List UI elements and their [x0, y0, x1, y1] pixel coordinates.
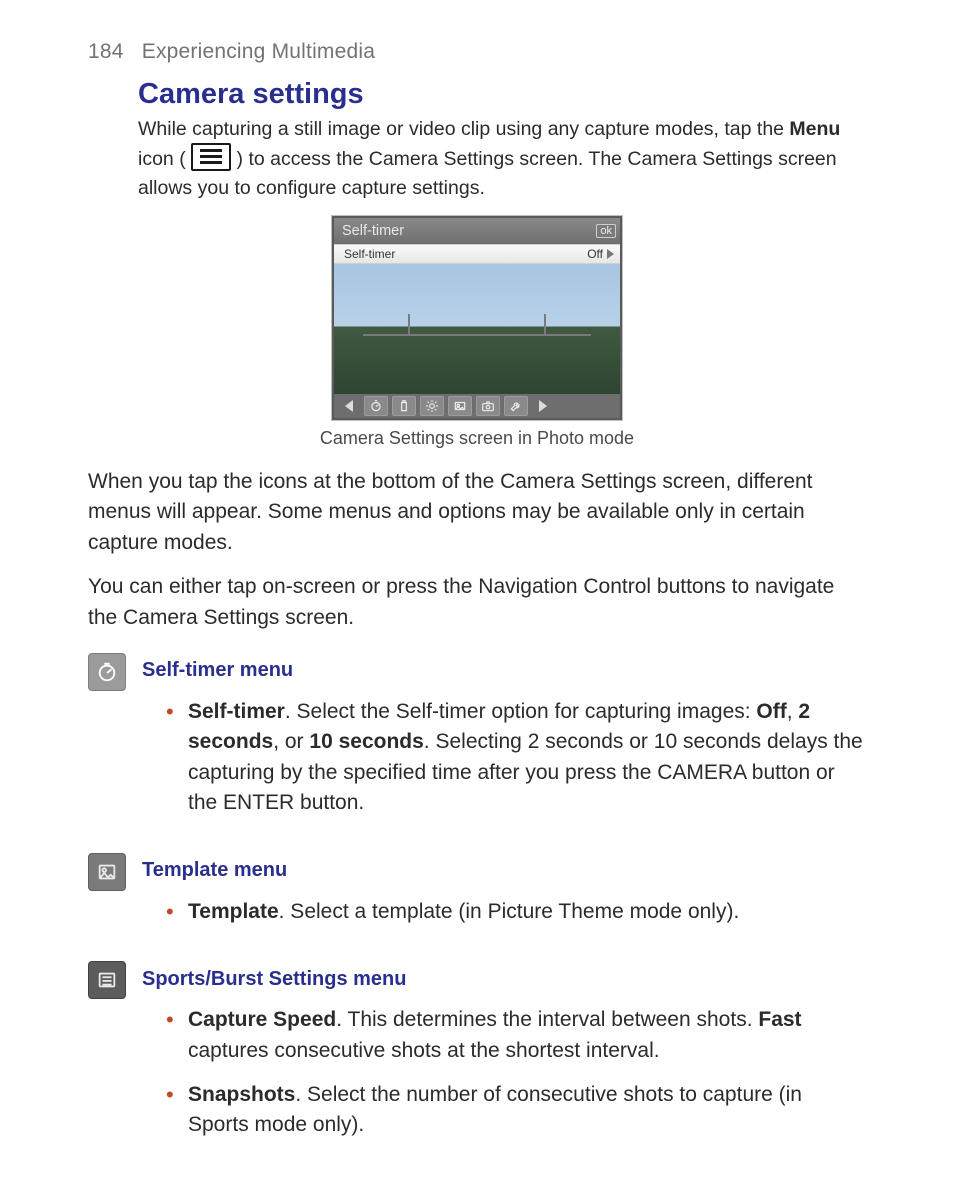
screenshot-title: Self-timer	[342, 223, 404, 239]
toolbar-next[interactable]	[532, 397, 554, 415]
tools-icon[interactable]	[504, 396, 528, 416]
ok-button[interactable]: ok	[596, 224, 616, 238]
template-item: Template. Select a template (in Picture …	[166, 897, 866, 927]
capture-speed-item: Capture Speed. This determines the inter…	[166, 1005, 866, 1066]
row-label: Self-timer	[344, 247, 395, 261]
toolbar-prev[interactable]	[338, 397, 360, 415]
template-menu-icon	[88, 853, 126, 891]
page-number: 184	[88, 40, 124, 63]
template-menu-title: Template menu	[142, 859, 866, 882]
sports-burst-icon	[88, 961, 126, 999]
camera-icon[interactable]	[476, 396, 500, 416]
template-icon[interactable]	[448, 396, 472, 416]
snapshots-item: Snapshots. Select the number of consecut…	[166, 1080, 866, 1141]
running-header: 184 Experiencing Multimedia	[88, 40, 866, 64]
chapter-title: Experiencing Multimedia	[142, 40, 375, 63]
brightness-icon[interactable]	[420, 396, 444, 416]
row-value: Off	[587, 247, 603, 261]
screenshot-toolbar	[334, 394, 620, 418]
figure-caption: Camera Settings screen in Photo mode	[320, 428, 634, 449]
self-timer-menu-title: Self-timer menu	[142, 659, 866, 682]
body-paragraph-1: When you tap the icons at the bottom of …	[88, 467, 866, 558]
menu-word: Menu	[789, 118, 840, 140]
menu-icon	[191, 143, 231, 171]
self-timer-row[interactable]: Self-timer Off	[334, 244, 620, 264]
timer-icon[interactable]	[364, 396, 388, 416]
body-paragraph-2: You can either tap on-screen or press th…	[88, 572, 866, 633]
self-timer-icon	[88, 653, 126, 691]
camera-settings-screenshot: Self-timer ok Self-timer Off	[332, 216, 622, 420]
sports-burst-menu-title: Sports/Burst Settings menu	[142, 968, 866, 991]
intro-paragraph: While capturing a still image or video c…	[138, 115, 866, 202]
battery-icon[interactable]	[392, 396, 416, 416]
preview-image	[334, 264, 620, 394]
heading-camera-settings: Camera settings	[138, 78, 866, 111]
chevron-right-icon	[607, 249, 614, 259]
self-timer-item: Self-timer. Select the Self-timer option…	[166, 697, 866, 819]
